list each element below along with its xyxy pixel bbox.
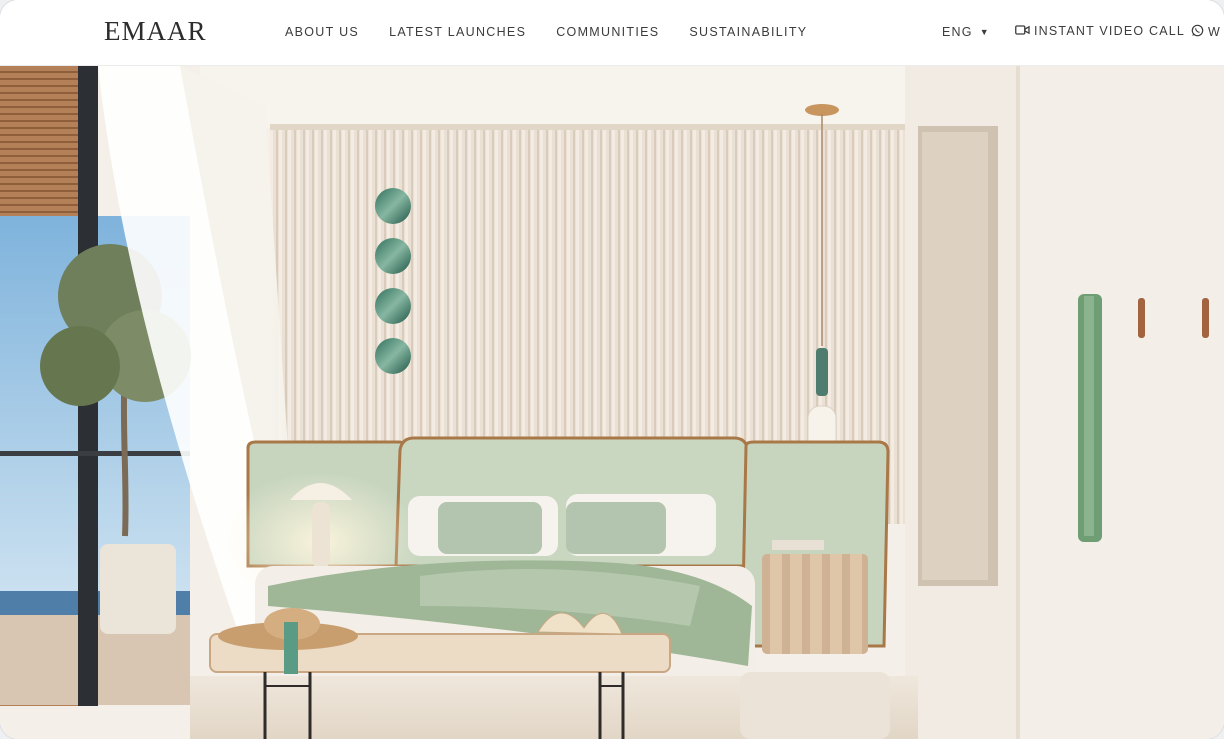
bedroom-illustration [0, 66, 1224, 739]
nav-communities[interactable]: COMMUNITIES [556, 25, 659, 39]
floor-rug [740, 672, 890, 739]
wall-hook [1202, 298, 1209, 338]
whatsapp-button[interactable]: W [1191, 24, 1221, 40]
pillow [438, 502, 542, 554]
caret-down-icon: ▼ [979, 27, 990, 37]
pillow [566, 502, 666, 554]
whatsapp-label: W [1208, 25, 1221, 39]
video-call-label: INSTANT VIDEO CALL [1034, 24, 1186, 38]
main-nav: ABOUT US LATEST LAUNCHES COMMUNITIES SUS… [285, 25, 807, 39]
nav-latest-launches[interactable]: LATEST LAUNCHES [389, 25, 526, 39]
hero-image-bedroom [0, 66, 1224, 739]
whatsapp-icon [1191, 24, 1204, 40]
site-header: EMAAR ABOUT US LATEST LAUNCHES COMMUNITI… [0, 0, 1224, 66]
video-camera-icon [1015, 24, 1030, 38]
wall-disc [375, 188, 411, 224]
wall-hook [1138, 298, 1145, 338]
pendant-light [816, 348, 828, 396]
browser-frame: EMAAR ABOUT US LATEST LAUNCHES COMMUNITI… [0, 0, 1224, 739]
wall-disc [375, 288, 411, 324]
wall-disc [375, 338, 411, 374]
plant-pot [100, 544, 176, 634]
language-label: ENG [942, 25, 973, 39]
emaar-logo[interactable]: EMAAR [104, 16, 207, 47]
language-selector[interactable]: ENG ▼ [942, 25, 990, 39]
wall-disc [375, 238, 411, 274]
instant-video-call-button[interactable]: INSTANT VIDEO CALL [1015, 24, 1185, 38]
nav-sustainability[interactable]: SUSTAINABILITY [689, 25, 807, 39]
nav-about-us[interactable]: ABOUT US [285, 25, 359, 39]
